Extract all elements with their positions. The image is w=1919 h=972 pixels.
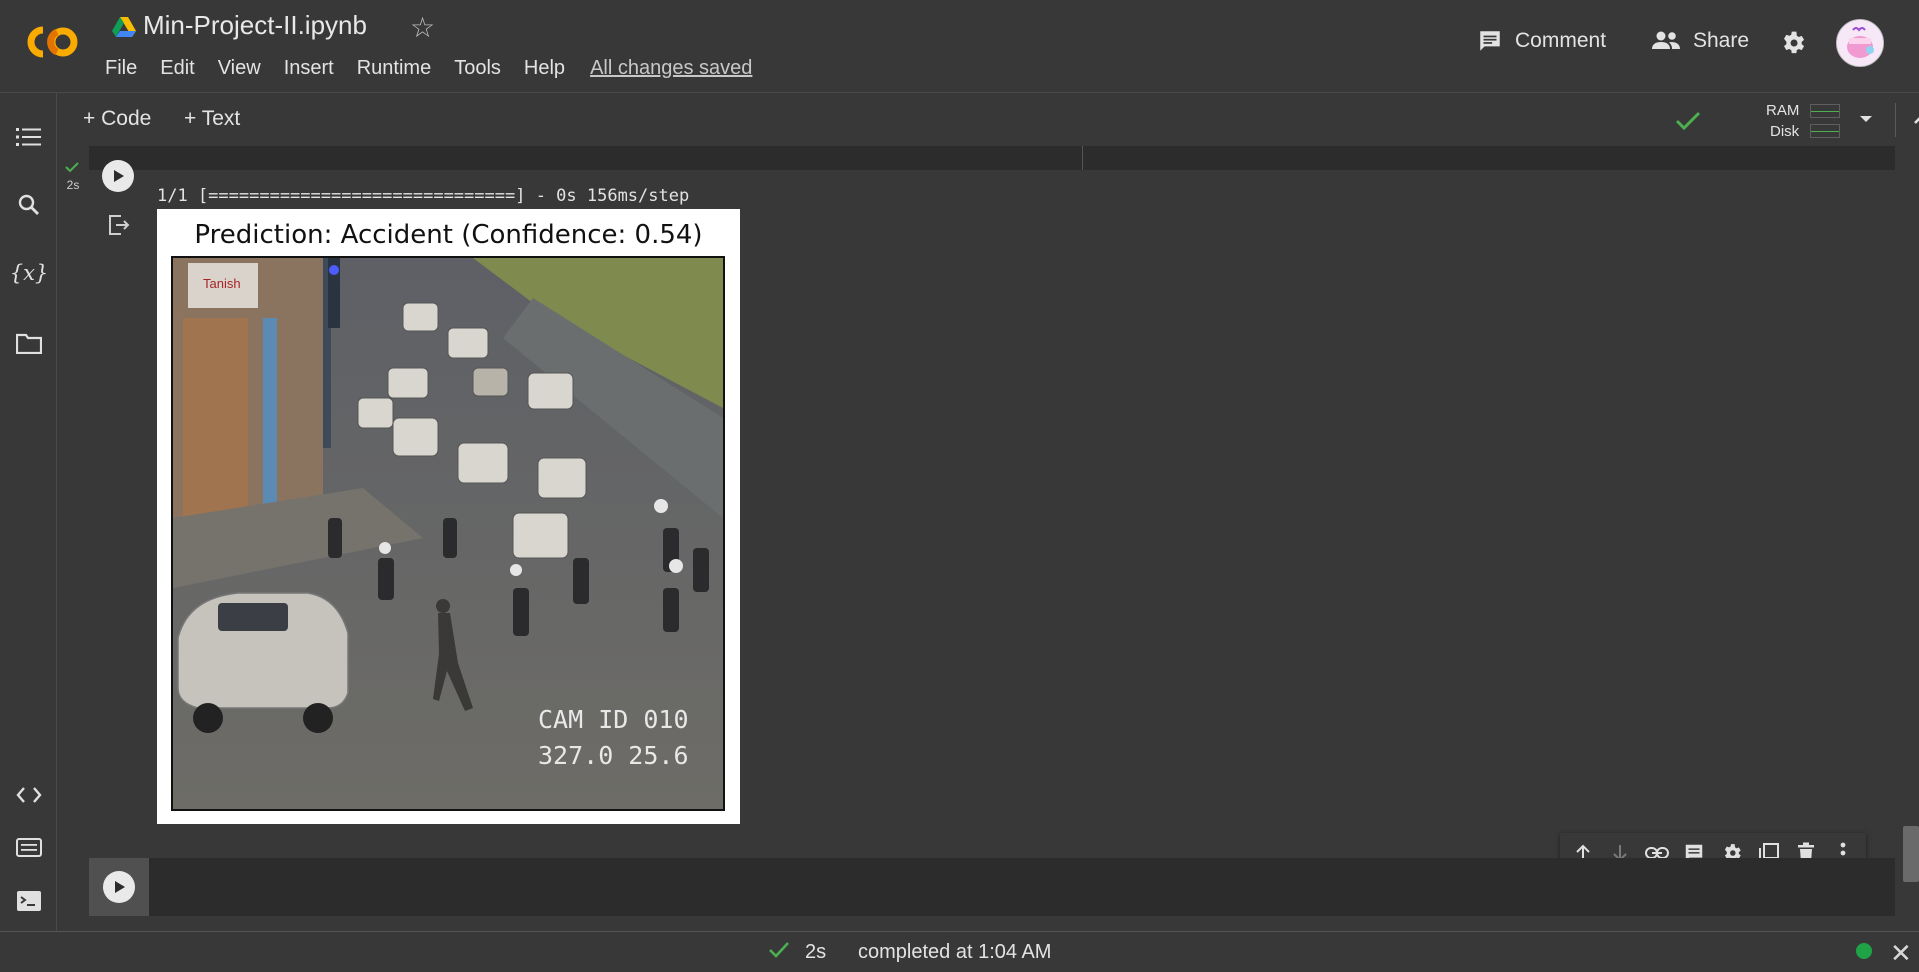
empty-code-cell[interactable] [89, 858, 1895, 916]
comment-icon [1480, 31, 1500, 51]
notebook-toolbar: + Code + Text RAM Disk [57, 93, 1919, 145]
execution-check-icon [65, 162, 79, 173]
left-sidebar: {𝑥} [0, 93, 57, 931]
menu-edit[interactable]: Edit [160, 57, 194, 80]
editor-divider [1082, 146, 1083, 170]
app-header: Min-Project-II.ipynb ☆ File Edit View In… [0, 0, 1919, 93]
comment-label: Comment [1515, 29, 1607, 52]
run-cell-button-2[interactable] [103, 871, 135, 903]
billboard-text: Tanish [203, 276, 241, 291]
add-text-cell-button[interactable]: + Text [184, 107, 240, 131]
comment-button[interactable]: Comment [1477, 28, 1606, 54]
menu-file[interactable]: File [105, 57, 137, 80]
connection-status-dot [1856, 943, 1872, 959]
resources-dropdown-icon[interactable] [1858, 113, 1874, 125]
menu-view[interactable]: View [218, 57, 261, 80]
resource-monitor[interactable]: RAM Disk [1732, 100, 1844, 140]
people-icon [1652, 31, 1680, 49]
search-icon[interactable] [15, 191, 43, 219]
code-snippets-icon[interactable] [15, 781, 43, 809]
star-icon[interactable]: ☆ [410, 11, 435, 44]
completion-message[interactable]: completed at 1:04 AM [858, 941, 1051, 964]
scrollbar-thumb[interactable] [1903, 826, 1919, 882]
ram-meter [1810, 104, 1840, 118]
menu-runtime[interactable]: Runtime [357, 57, 431, 80]
play-icon [115, 881, 125, 893]
status-bar: 2s completed at 1:04 AM ✕ [0, 931, 1919, 972]
code-cell-editor[interactable] [89, 146, 1895, 170]
menu-insert[interactable]: Insert [284, 57, 334, 80]
files-folder-icon[interactable] [15, 329, 43, 357]
save-status-link[interactable]: All changes saved [590, 57, 752, 80]
cctv-frame-image: Tanish CAM ID 010 327.0 25.6 [171, 256, 725, 811]
prediction-figure: Prediction: Accident (Confidence: 0.54) … [157, 209, 740, 824]
notebook-title[interactable]: Min-Project-II.ipynb [143, 10, 367, 41]
menu-help[interactable]: Help [524, 57, 565, 80]
table-of-contents-icon[interactable] [15, 123, 43, 151]
colab-logo[interactable] [20, 18, 84, 66]
share-button[interactable]: Share [1651, 28, 1749, 54]
close-status-icon[interactable]: ✕ [1890, 938, 1912, 969]
play-icon [114, 170, 124, 182]
ram-label: RAM [1766, 102, 1800, 119]
execution-time-label: 2s [66, 178, 80, 192]
user-avatar[interactable] [1836, 19, 1884, 67]
share-label: Share [1693, 29, 1750, 52]
collapse-header-chevron-up-icon[interactable] [1912, 110, 1919, 128]
disk-meter [1810, 124, 1840, 138]
camera-id-overlay: CAM ID 010 [538, 705, 689, 734]
run-cell-button[interactable] [102, 160, 134, 192]
toolbar-divider [1895, 103, 1896, 137]
google-drive-icon[interactable] [112, 17, 136, 37]
settings-gear-icon[interactable] [1779, 29, 1807, 57]
output-actions-icon[interactable] [107, 214, 131, 236]
command-palette-icon[interactable] [15, 834, 43, 862]
menu-bar: File Edit View Insert Runtime Tools Help… [105, 57, 775, 80]
terminal-icon[interactable] [15, 887, 43, 915]
traffic-scene: Tanish CAM ID 010 327.0 25.6 [173, 258, 723, 809]
run-duration: 2s [805, 941, 827, 963]
camera-reading-overlay: 327.0 25.6 [538, 741, 689, 770]
completed-check-icon [769, 942, 789, 958]
variables-icon[interactable]: {𝑥} [10, 259, 49, 287]
console-output: 1/1 [==============================] - 0… [157, 186, 690, 206]
figure-title: Prediction: Accident (Confidence: 0.54) [194, 220, 703, 250]
connected-check-icon [1675, 111, 1701, 131]
add-code-cell-button[interactable]: + Code [83, 107, 151, 131]
menu-tools[interactable]: Tools [454, 57, 501, 80]
disk-label: Disk [1770, 123, 1800, 140]
